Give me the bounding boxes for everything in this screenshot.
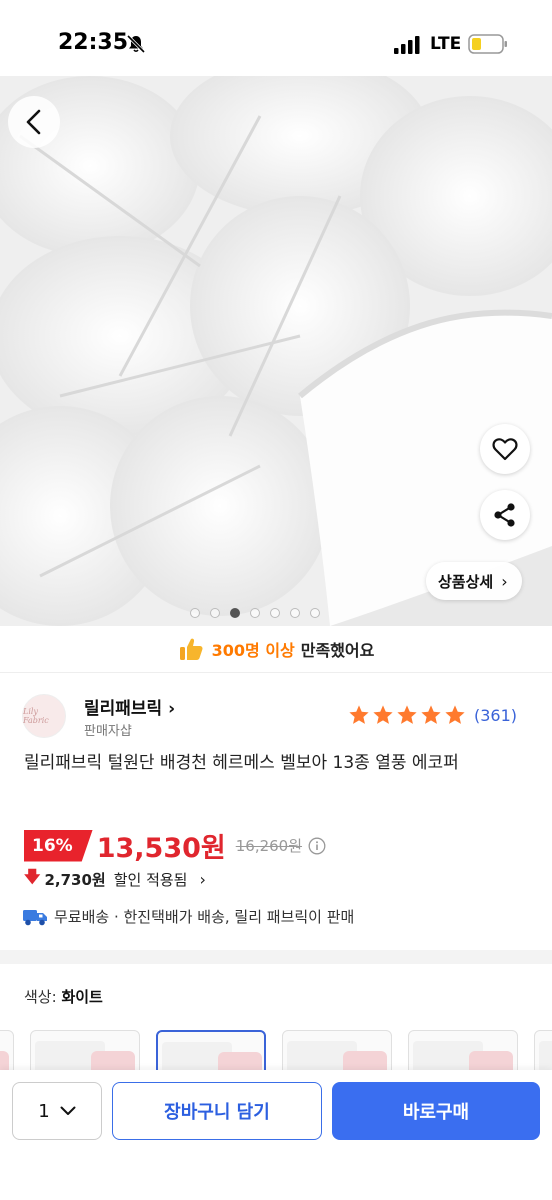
shipping-info: 무료배송 · 한진택배가 배송, 릴리 패브릭이 판매 [22, 906, 354, 927]
heart-outline-icon [492, 438, 518, 461]
battery-icon [468, 34, 507, 54]
review-count[interactable]: (361) [474, 706, 517, 725]
color-label-key: 색상: [24, 988, 57, 1006]
star-icon [421, 705, 441, 724]
bell-slash-icon [126, 34, 146, 54]
product-image-carousel[interactable]: 상품상세 › [0, 76, 552, 626]
buy-now-button[interactable]: 바로구매 [332, 1082, 540, 1140]
thumbs-up-icon [179, 638, 203, 660]
quantity-select[interactable]: 1 [12, 1082, 102, 1140]
seller-logo-text: Lily Fabric [23, 707, 49, 725]
carousel-dot [270, 608, 280, 618]
star-icon [397, 705, 417, 724]
purchase-bar: 1 장바구니 담기 바로구매 [0, 1070, 552, 1200]
signal-icon [394, 36, 420, 54]
divider [0, 672, 552, 673]
price-row: 16% 13,530원 16,260원 [24, 826, 326, 865]
shipping-text: 무료배송 · 한진택배가 배송, 릴리 패브릭이 판매 [54, 908, 355, 926]
original-price: 16,260원 [235, 837, 303, 855]
carousel-dot [210, 608, 220, 618]
carousel-dot-active [230, 608, 240, 618]
share-icon [494, 503, 515, 527]
discount-applied-row[interactable]: 🡇 2,730원 할인 적용됨 › [24, 866, 206, 893]
chevron-right-icon: › [501, 571, 508, 591]
section-separator [0, 950, 552, 964]
product-image [0, 76, 552, 626]
quantity-value: 1 [38, 1100, 50, 1122]
status-time: 22:35 [58, 30, 129, 55]
product-detail-button[interactable]: 상품상세 › [426, 562, 522, 600]
carousel-dot [310, 608, 320, 618]
rating[interactable]: (361) [348, 704, 517, 726]
back-button[interactable] [8, 96, 60, 148]
star-icon [373, 705, 393, 724]
carousel-dot [190, 608, 200, 618]
product-title: 릴리패브릭 털원단 배경천 헤르메스 벨보아 13종 열풍 에코퍼 [24, 753, 459, 773]
saving-amount: 2,730원 [44, 871, 106, 889]
star-icon [349, 705, 369, 724]
truck-icon [23, 909, 47, 925]
seller-logo[interactable]: Lily Fabric [22, 694, 66, 738]
carousel-dot [250, 608, 260, 618]
chevron-down-icon [60, 1106, 76, 1115]
status-bar: 22:35 LTE [0, 0, 552, 76]
network-type: LTE [430, 34, 462, 54]
chevron-right-icon: › [199, 870, 206, 889]
arrow-down-icon: 🡇 [24, 867, 41, 886]
selected-color: 화이트 [61, 988, 103, 1006]
add-to-cart-button[interactable]: 장바구니 담기 [112, 1082, 322, 1140]
carousel-indicator [190, 608, 320, 618]
current-price: 13,530원 [96, 833, 226, 864]
color-option-label: 색상: 화이트 [24, 986, 103, 1007]
chevron-left-icon [26, 109, 41, 135]
satisfaction-banner: 300명 이상 만족했어요 [0, 626, 552, 672]
discount-badge: 16% [24, 829, 93, 862]
seller-role: 판매자샵 [84, 724, 132, 739]
like-button[interactable] [480, 424, 530, 474]
product-detail-label: 상품상세 [438, 572, 494, 591]
saving-text: 할인 적용됨 [113, 871, 188, 889]
star-icon [445, 705, 465, 724]
satisfaction-text: 만족했어요 [300, 641, 375, 660]
share-button[interactable] [480, 490, 530, 540]
seller-name-link[interactable]: 릴리패브릭 › [84, 694, 175, 719]
carousel-dot [290, 608, 300, 618]
info-icon[interactable] [308, 837, 326, 855]
satisfaction-count: 300명 이상 [211, 641, 295, 660]
